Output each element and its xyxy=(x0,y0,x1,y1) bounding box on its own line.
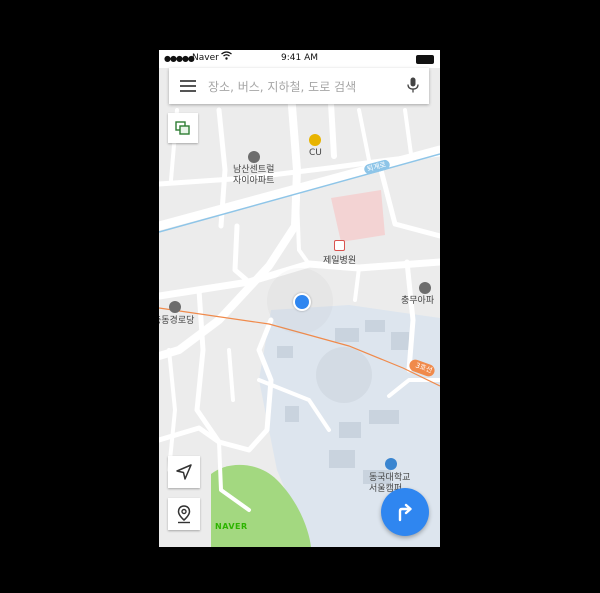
poi-label-namsan-2: 자이아파트 xyxy=(233,176,275,186)
map-pin-icon xyxy=(177,505,191,524)
university-icon[interactable] xyxy=(385,458,397,470)
poi-label-chungmu: 충무아파 xyxy=(401,296,435,306)
directions-arrow-icon xyxy=(398,503,412,522)
convenience-store-icon[interactable] xyxy=(309,134,321,146)
status-bar: ●●●●● Naver 9:41 AM xyxy=(159,50,440,68)
poi-label-namsan-1: 남산센트럴 xyxy=(233,165,275,175)
microphone-icon[interactable] xyxy=(407,77,419,97)
layers-button[interactable] xyxy=(168,113,198,143)
apartment-icon[interactable] xyxy=(248,151,260,163)
senior-center-icon[interactable] xyxy=(169,301,181,313)
battery-icon xyxy=(416,55,434,64)
hospital-icon[interactable] xyxy=(334,240,345,251)
clock: 9:41 AM xyxy=(281,53,318,63)
my-location-button[interactable] xyxy=(168,456,200,488)
current-location-dot xyxy=(293,293,311,311)
navigation-arrow-icon xyxy=(176,464,192,480)
apartment-icon[interactable] xyxy=(419,282,431,294)
layers-icon xyxy=(175,121,190,135)
phone-screen: 퇴계로 3호선 CU 남산센트럴 자이아파트 제일병원 충무아파 충동경로당 동… xyxy=(159,50,440,547)
poi-label-dongguk-1: 동국대학교 xyxy=(369,473,411,483)
poi-label-cu: CU xyxy=(309,148,322,158)
place-pin-button[interactable] xyxy=(168,498,200,530)
directions-button[interactable] xyxy=(381,488,429,536)
poi-label-jeil: 제일병원 xyxy=(323,256,357,266)
naver-logo: NAVER xyxy=(215,522,248,531)
hamburger-menu-icon[interactable] xyxy=(180,80,196,92)
search-bar[interactable]: 장소, 버스, 지하철, 도로 검색 xyxy=(169,68,429,104)
poi-label-jangchung: 충동경로당 xyxy=(159,316,195,326)
search-input[interactable]: 장소, 버스, 지하철, 도로 검색 xyxy=(208,78,356,95)
